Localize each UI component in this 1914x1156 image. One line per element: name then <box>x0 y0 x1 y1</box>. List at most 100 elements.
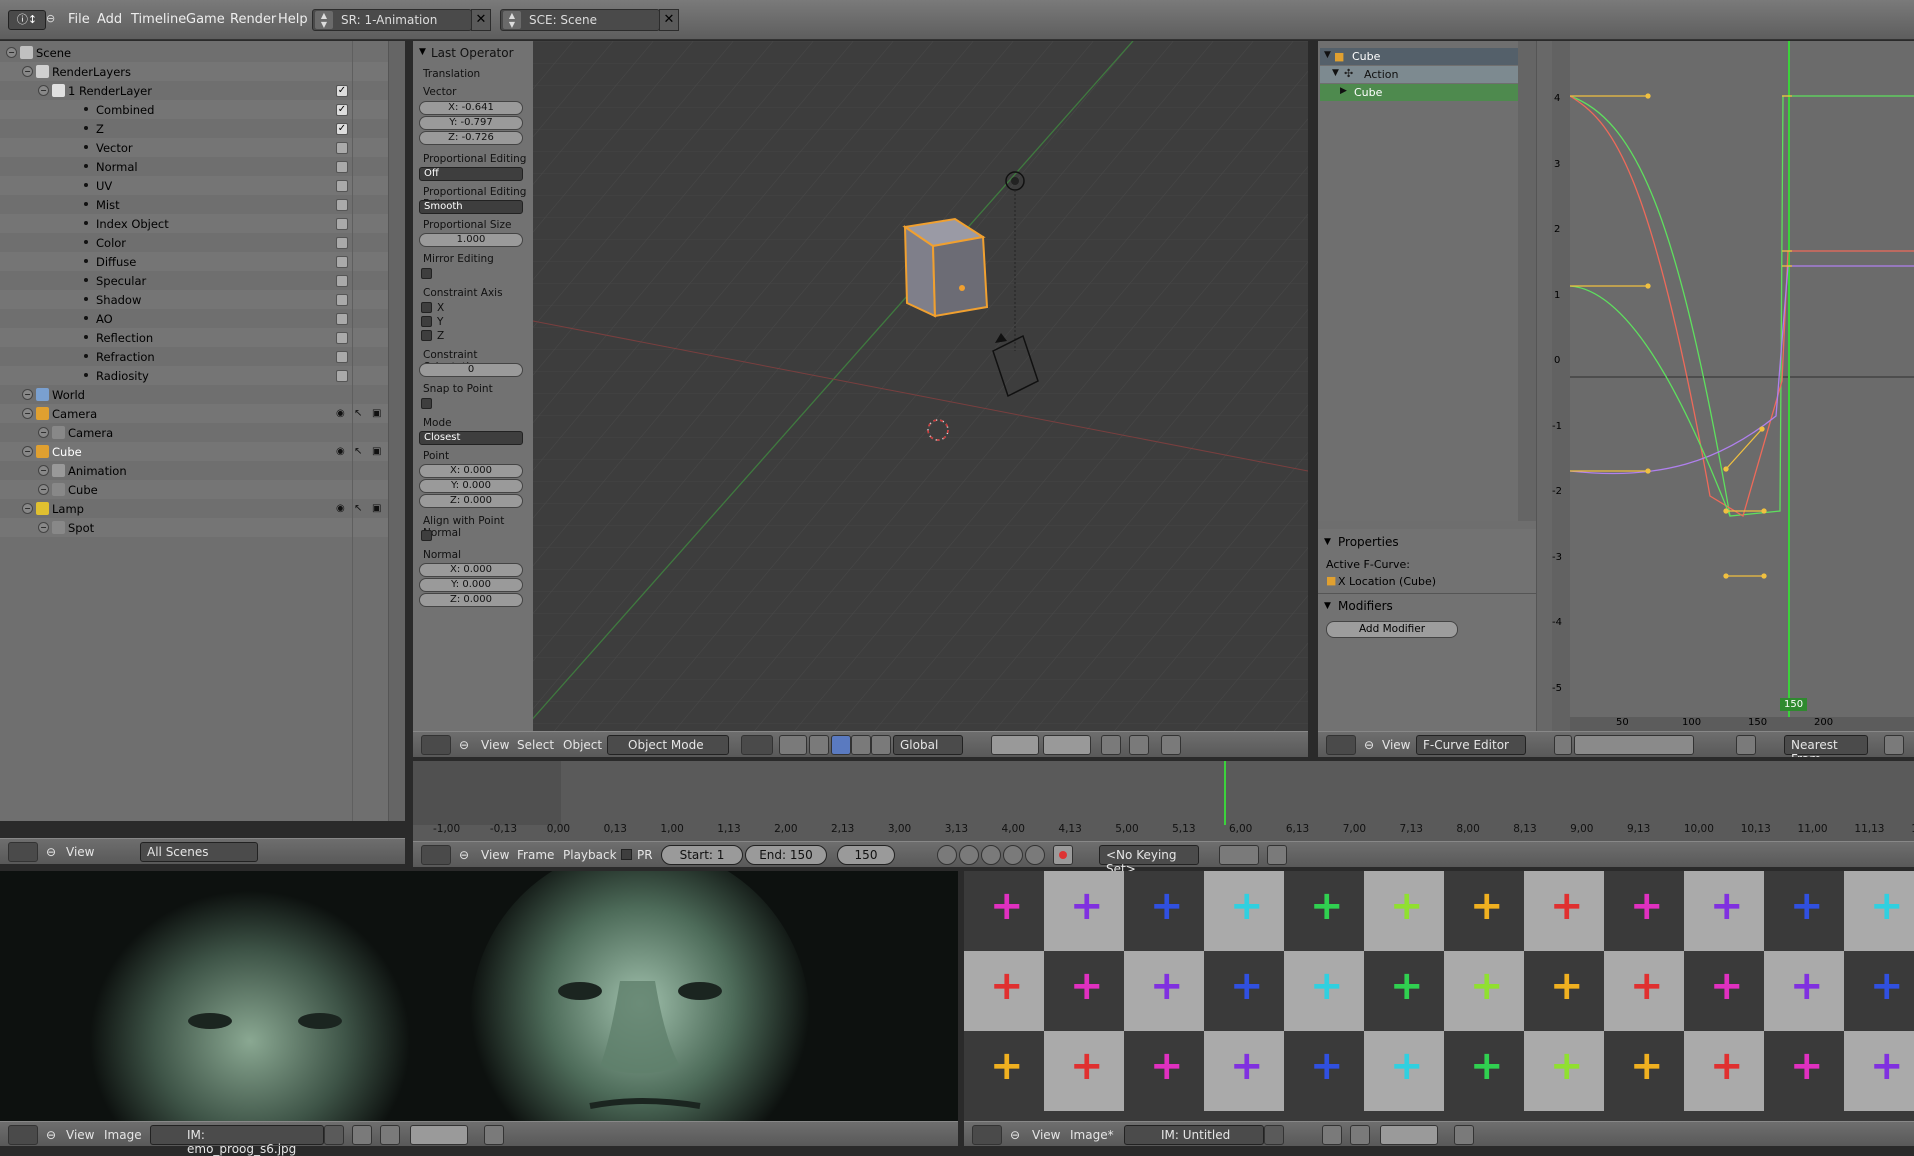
panel-collapse-icon[interactable]: ▼ <box>1324 601 1331 611</box>
timeline-frame-menu[interactable]: Frame <box>517 848 554 862</box>
layers-group-2[interactable] <box>1043 735 1091 755</box>
render-icon[interactable]: ▣ <box>372 503 381 514</box>
cube-side[interactable] <box>931 235 989 318</box>
render-button[interactable] <box>1129 735 1149 755</box>
play-button[interactable] <box>981 845 1001 865</box>
outliner-row[interactable]: Mist <box>0 195 388 214</box>
outliner-row[interactable]: Color <box>0 233 388 252</box>
viewport-object-menu[interactable]: Object <box>563 738 602 752</box>
enable-checkbox[interactable] <box>336 199 348 211</box>
image-view-menu[interactable]: View <box>66 1128 94 1142</box>
falloff-dropdown[interactable]: Smooth <box>419 200 523 214</box>
expand-toggle-icon[interactable]: − <box>38 484 49 495</box>
editor-type-icon[interactable]: ⓘ↕ <box>8 10 46 30</box>
outliner-label[interactable]: RenderLayers <box>52 65 131 79</box>
image-lock-button[interactable] <box>484 1125 504 1145</box>
outliner-label[interactable]: Camera <box>68 426 113 440</box>
outliner-row[interactable]: − World <box>0 385 388 404</box>
expand-toggle-icon[interactable]: − <box>22 446 33 457</box>
current-frame-field[interactable]: 150 <box>837 845 895 865</box>
outliner-row[interactable]: Index Object <box>0 214 388 233</box>
align-checkbox[interactable] <box>421 530 432 541</box>
image-close-button[interactable] <box>1264 1125 1284 1145</box>
outliner-row[interactable]: Reflection <box>0 328 388 347</box>
enable-checkbox[interactable] <box>336 351 348 363</box>
viewport-shading-button[interactable] <box>741 735 773 755</box>
outliner-row[interactable]: Z ✓ <box>0 119 388 138</box>
outliner-row[interactable]: − Lamp ◉ ↖ ▣ <box>0 499 388 518</box>
outliner-row[interactable]: Shadow <box>0 290 388 309</box>
vector-x-field[interactable]: X: -0.641 <box>419 101 523 115</box>
outliner-label[interactable]: Mist <box>96 198 120 212</box>
menu-file[interactable]: File <box>68 12 90 27</box>
outliner-row[interactable]: − Spot <box>0 518 388 537</box>
outliner-label[interactable]: AO <box>96 312 113 326</box>
enable-checkbox[interactable] <box>336 313 348 325</box>
enable-checkbox[interactable] <box>336 237 348 249</box>
keyframe-insert-button[interactable] <box>1219 845 1259 865</box>
keying-set-selector[interactable]: <No Keying Set> <box>1099 845 1199 876</box>
image-pack-button[interactable] <box>352 1125 372 1145</box>
menu-add[interactable]: Add <box>97 12 122 27</box>
enable-checkbox[interactable] <box>336 370 348 382</box>
graph-filter-button[interactable] <box>1554 735 1572 755</box>
graph-view-menu[interactable]: View <box>1382 738 1410 752</box>
outliner-row[interactable]: Combined ✓ <box>0 100 388 119</box>
outliner-label[interactable]: Scene <box>36 46 71 60</box>
collapse-icon[interactable]: ⊖ <box>46 1128 56 1142</box>
collapse-icon[interactable]: ⊖ <box>1010 1128 1020 1142</box>
image-image-menu[interactable]: Image* <box>1070 1128 1114 1142</box>
outliner-view-menu[interactable]: View <box>66 845 94 859</box>
graph-filter-button-2[interactable] <box>1574 735 1694 755</box>
outliner-label[interactable]: Spot <box>68 521 94 535</box>
outliner-label[interactable]: Camera <box>52 407 97 421</box>
expand-toggle-icon[interactable]: − <box>22 503 33 514</box>
collapse-icon[interactable]: ⊖ <box>459 848 469 862</box>
point-z-field[interactable]: Z: 0.000 <box>419 494 523 508</box>
normal-x-field[interactable]: X: 0.000 <box>419 563 523 577</box>
point-y-field[interactable]: Y: 0.000 <box>419 479 523 493</box>
mode-dropdown[interactable]: Closest <box>419 431 523 445</box>
viewport-editor-type-button[interactable] <box>421 735 451 755</box>
outliner-row[interactable]: AO <box>0 309 388 328</box>
image-datablock-selector[interactable]: IM: emo_proog_s6.jpg <box>150 1125 324 1156</box>
preview-range-checkbox[interactable] <box>621 849 632 860</box>
collapse-icon[interactable]: ⊖ <box>459 738 469 752</box>
outliner-editor-type-button[interactable] <box>8 842 38 862</box>
viewport-view-menu[interactable]: View <box>481 738 509 752</box>
expand-toggle-icon[interactable]: − <box>38 85 49 96</box>
panel-collapse-icon[interactable]: ▼ <box>1324 537 1331 547</box>
outliner-row[interactable]: − Cube <box>0 480 388 499</box>
eye-icon[interactable]: ◉ <box>336 408 345 419</box>
outliner-row[interactable]: Vector <box>0 138 388 157</box>
timeline-playback-menu[interactable]: Playback <box>563 848 617 862</box>
graph-editor-type-button[interactable] <box>1326 735 1356 755</box>
outliner-row[interactable]: − Cube ◉ ↖ ▣ <box>0 442 388 461</box>
mirror-checkbox[interactable] <box>421 268 432 279</box>
image-editor-render[interactable] <box>0 871 958 1121</box>
translate-manip[interactable] <box>831 735 851 755</box>
expand-toggle-icon[interactable]: − <box>22 389 33 400</box>
axis-z-checkbox[interactable] <box>421 330 432 341</box>
viewport-select-menu[interactable]: Select <box>517 738 554 752</box>
collapse-icon[interactable]: ⊖ <box>1364 738 1374 752</box>
collapse-icon[interactable]: ⊖ <box>46 845 56 859</box>
outliner-label[interactable]: 1 RenderLayer <box>68 84 152 98</box>
image-editor-type-button[interactable] <box>972 1125 1002 1145</box>
image-view-menu[interactable]: View <box>1032 1128 1060 1142</box>
image-close-button[interactable] <box>324 1125 344 1145</box>
graph-copy-button[interactable] <box>1736 735 1756 755</box>
eye-icon[interactable]: ◉ <box>336 446 345 457</box>
prop-edit-dropdown[interactable]: Off <box>419 167 523 181</box>
jump-end-button[interactable] <box>1025 845 1045 865</box>
image-datablock-selector[interactable]: IM: Untitled <box>1124 1125 1264 1145</box>
mode-selector[interactable]: Object Mode <box>607 735 729 755</box>
end-frame-field[interactable]: End: 150 <box>745 845 827 865</box>
rotate-manip[interactable] <box>851 735 871 755</box>
layers-group-1[interactable] <box>991 735 1039 755</box>
opengl-render-button[interactable] <box>1161 735 1181 755</box>
outliner-label[interactable]: Reflection <box>96 331 153 345</box>
channel-row-group[interactable]: ▶ Cube <box>1320 84 1520 101</box>
channel-row-object[interactable]: ▼ ■ Cube <box>1320 48 1520 65</box>
properties-scrollbar[interactable] <box>1536 41 1552 731</box>
